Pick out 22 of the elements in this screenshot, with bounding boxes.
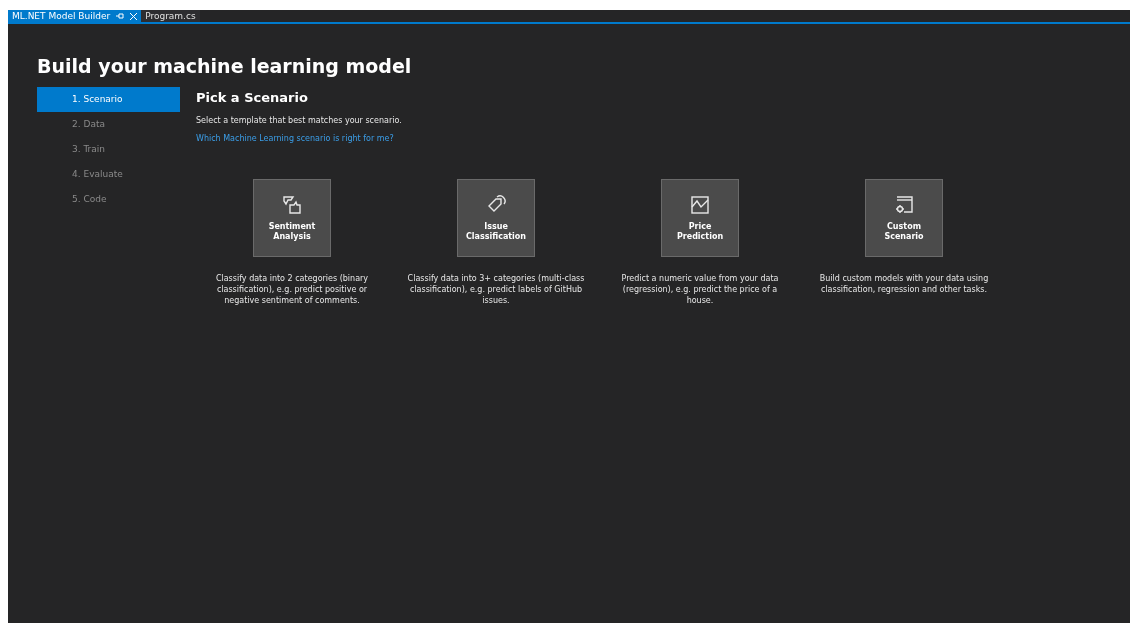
scenario-tile[interactable]: Sentiment Analysis <box>253 179 331 257</box>
section-heading: Pick a Scenario <box>196 89 309 107</box>
line-chart-icon <box>689 194 711 216</box>
scenario-description: Classify data into 2 categories (binary classification), e.g. predict positive or negative sentiment of comments. <box>214 273 370 306</box>
tab-label: ML.NET Model Builder <box>12 10 111 22</box>
step-item[interactable]: 5. Code <box>37 187 180 212</box>
page-title: Build your machine learning model <box>37 54 413 78</box>
scenario-description: Classify data into 3+ categories (multi-class classification), e.g. predict labels of GitHub issues. <box>406 273 586 306</box>
step-item[interactable]: 3. Train <box>37 137 180 162</box>
scenario-tile[interactable]: Custom Scenario <box>865 179 943 257</box>
step-item[interactable]: 1. Scenario <box>37 87 180 112</box>
intro-text: Select a template that best matches your scenario. <box>196 116 403 126</box>
help-link[interactable]: Which Machine Learning scenario is right for me? <box>196 134 394 143</box>
step-item[interactable]: 4. Evaluate <box>37 162 180 187</box>
close-icon[interactable] <box>130 12 138 20</box>
step-item[interactable]: 2. Data <box>37 112 180 137</box>
speech-bubbles-icon <box>281 194 303 216</box>
scenario-tile[interactable]: Issue Classification <box>457 179 535 257</box>
scenario-description: Predict a numeric value from your data (regression), e.g. predict the price of a house. <box>620 273 780 306</box>
scenario-description: Build custom models with your data using classification, regression and other tasks. <box>818 273 990 295</box>
document-tab[interactable]: ML.NET Model Builder <box>8 10 142 22</box>
scenario-tile[interactable]: Price Prediction <box>661 179 739 257</box>
